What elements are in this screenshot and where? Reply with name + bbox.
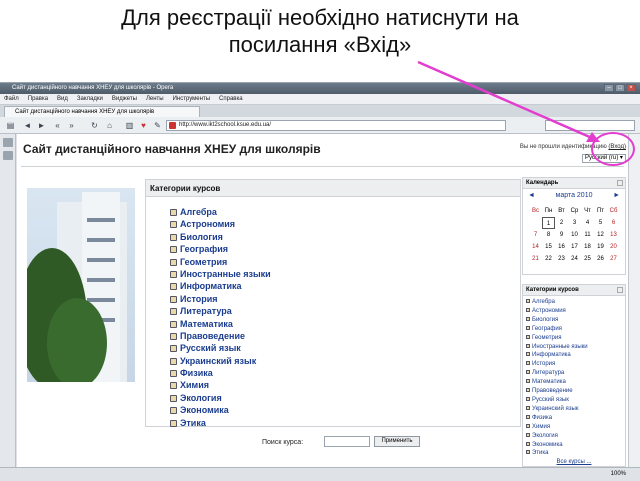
annotation-arrow (417, 60, 593, 140)
login-highlight-circle (591, 132, 635, 166)
annotation-overlay (417, 60, 600, 142)
